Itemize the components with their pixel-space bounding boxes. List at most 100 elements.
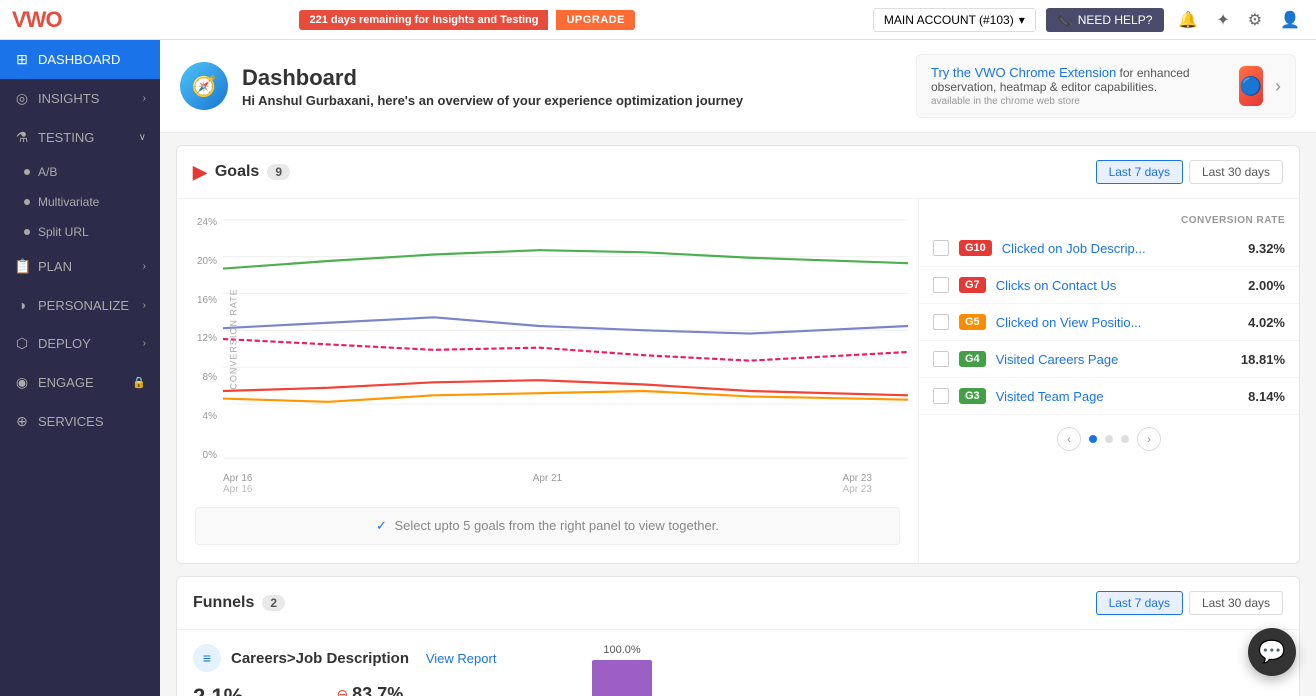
sidebar-item-multivariate[interactable]: Multivariate [0,187,160,217]
chart-hint: ✓ Select upto 5 goals from the right pan… [195,507,900,545]
account-button[interactable]: MAIN ACCOUNT (#103) ▾ [873,8,1036,32]
goal-rate: 4.02% [1248,315,1285,330]
funnels-content: ≡ Careers>Job Description View Report 2.… [177,630,1299,696]
settings-button[interactable]: ⚙ [1244,6,1266,34]
page-dot-1[interactable] [1089,435,1097,443]
funnels-count-badge: 2 [262,595,285,611]
goal-rate: 8.14% [1248,389,1285,404]
chart-wrapper: 24% 20% 16% 12% 8% 4% 0% CONVERSION RATE [187,209,908,469]
sidebar-item-spliturl[interactable]: Split URL [0,217,160,247]
page-dot-2[interactable] [1105,435,1113,443]
funnel-arrow-icon: › [1078,690,1092,696]
goal-tag: G3 [959,388,986,404]
chrome-extension-banner: Try the VWO Chrome Extension for enhance… [916,54,1296,118]
sidebar-item-ab[interactable]: A/B [0,157,160,187]
goal-checkbox[interactable] [933,240,949,256]
funnel-bar [592,660,652,696]
goal-checkbox[interactable] [933,277,949,293]
chart-hint-text: Select upto 5 goals from the right panel… [395,518,719,533]
sidebar-item-engage[interactable]: ◉ ENGAGE 🔒 [0,363,160,402]
goal-name[interactable]: Clicks on Contact Us [996,278,1238,293]
bell-icon: 🔔 [1178,12,1198,29]
engage-icon: ◉ [14,374,30,391]
account-label: MAIN ACCOUNT (#103) [884,13,1014,27]
chat-icon: 💬 [1258,639,1285,665]
goals-last7-button[interactable]: Last 7 days [1096,160,1183,184]
funnels-last30-button[interactable]: Last 30 days [1189,591,1283,615]
funnels-last7-button[interactable]: Last 7 days [1096,591,1183,615]
funnels-title: Funnels 2 [193,594,285,612]
sidebar-item-insights[interactable]: ◎ INSIGHTS › [0,79,160,118]
funnels-date-toggles: Last 7 days Last 30 days [1096,591,1283,615]
dashboard-title: Dashboard [242,65,743,91]
goal-name[interactable]: Visited Careers Page [996,352,1231,367]
funnel-arrow-icon: › [893,690,907,696]
dropoff-icon: ⊖ [336,686,348,696]
y-label: 12% [197,333,217,344]
goal-rate: 9.32% [1248,241,1285,256]
testing-icon: ⚗ [14,129,30,146]
sidebar-item-personalize[interactable]: ◑ PERSONALIZE › [0,286,160,324]
sidebar-item-label: TESTING [38,130,94,145]
view-report-link[interactable]: View Report [426,651,497,666]
goal-checkbox[interactable] [933,314,949,330]
user-button[interactable]: 👤 [1276,6,1304,34]
deploy-icon: ⬡ [14,335,30,352]
goals-last30-button[interactable]: Last 30 days [1189,160,1283,184]
goal-name[interactable]: Clicked on Job Descrip... [1002,241,1238,256]
chrome-ext-link[interactable]: Try the VWO Chrome Extension [931,65,1116,80]
funnel-conv-value: 2.1% [193,684,296,696]
spark-button[interactable]: ✦ [1212,6,1233,34]
goal-checkbox[interactable] [933,388,949,404]
y-label: 0% [203,450,217,461]
page-dot-3[interactable] [1121,435,1129,443]
dashboard-icon-circle: 🧭 [180,62,228,110]
pagination-prev-button[interactable]: ‹ [1057,427,1081,451]
goal-tag: G7 [959,277,986,293]
notifications-button[interactable]: 🔔 [1174,6,1202,34]
need-help-label: NEED HELP? [1078,13,1153,27]
sidebar-item-plan[interactable]: 📋 PLAN › [0,247,160,286]
goal-item: G4 Visited Careers Page 18.81% [919,341,1299,378]
main-layout: ⊞ DASHBOARD ◎ INSIGHTS › ⚗ TESTING ∨ A/B… [0,40,1316,696]
chat-button[interactable]: 💬 [1248,628,1296,676]
funnel-icon: ≡ [193,644,221,672]
user-icon: 👤 [1280,12,1300,29]
goals-pagination: ‹ › [919,415,1299,463]
funnel-bars: 100.0% Visitors o... › 16.3% Visited Ca.… [516,644,1283,696]
pagination-next-button[interactable]: › [1137,427,1161,451]
trial-days: 221 [309,14,327,26]
insights-icon: ◎ [14,90,30,107]
funnel-dropoff: ⊖ 83.7% MAX DROPOFF AFTER STEP 1: VISITO… [336,684,496,696]
goal-name[interactable]: Clicked on View Positio... [996,315,1238,330]
goal-rate: 2.00% [1248,278,1285,293]
sidebar-item-testing[interactable]: ⚗ TESTING ∨ [0,118,160,157]
chevron-right-icon: › [143,300,146,311]
goal-checkbox[interactable] [933,351,949,367]
funnels-label: Funnels [193,594,254,612]
sidebar-item-dashboard[interactable]: ⊞ DASHBOARD [0,40,160,79]
chrome-arrow-icon[interactable]: › [1275,76,1281,97]
sidebar-item-services[interactable]: ⊕ SERVICES [0,402,160,441]
bar-pct: 100.0% [603,644,640,656]
spliturl-dot [24,229,30,235]
sidebar-item-deploy[interactable]: ⬡ DEPLOY › [0,324,160,363]
funnel-name-wrapper: ≡ Careers>Job Description [193,644,409,672]
upgrade-button[interactable]: UPGRADE [556,10,635,30]
dashboard-title-section: 🧭 Dashboard Hi Anshul Gurbaxani, here's … [180,62,743,110]
goals-icon: ▶ [193,162,207,183]
vwo-logo: VWO [12,7,62,33]
goals-section: ▶ Goals 9 Last 7 days Last 30 days 24% [176,145,1300,564]
x-label: Apr 16 [223,473,252,484]
sidebar-sub-label: Split URL [38,225,89,239]
sidebar-item-label: PERSONALIZE [38,298,129,313]
goals-label: Goals [215,163,259,181]
funnel-name-row: ≡ Careers>Job Description View Report [193,644,496,672]
chevron-down-icon: ▾ [1019,13,1025,27]
topbar-right: MAIN ACCOUNT (#103) ▾ 📞 NEED HELP? 🔔 ✦ ⚙… [873,6,1304,34]
chevron-down-icon: ∨ [139,132,146,143]
need-help-button[interactable]: 📞 NEED HELP? [1046,8,1165,32]
topbar-left: VWO [12,7,62,33]
goal-name[interactable]: Visited Team Page [996,389,1238,404]
goals-chart [223,209,908,469]
